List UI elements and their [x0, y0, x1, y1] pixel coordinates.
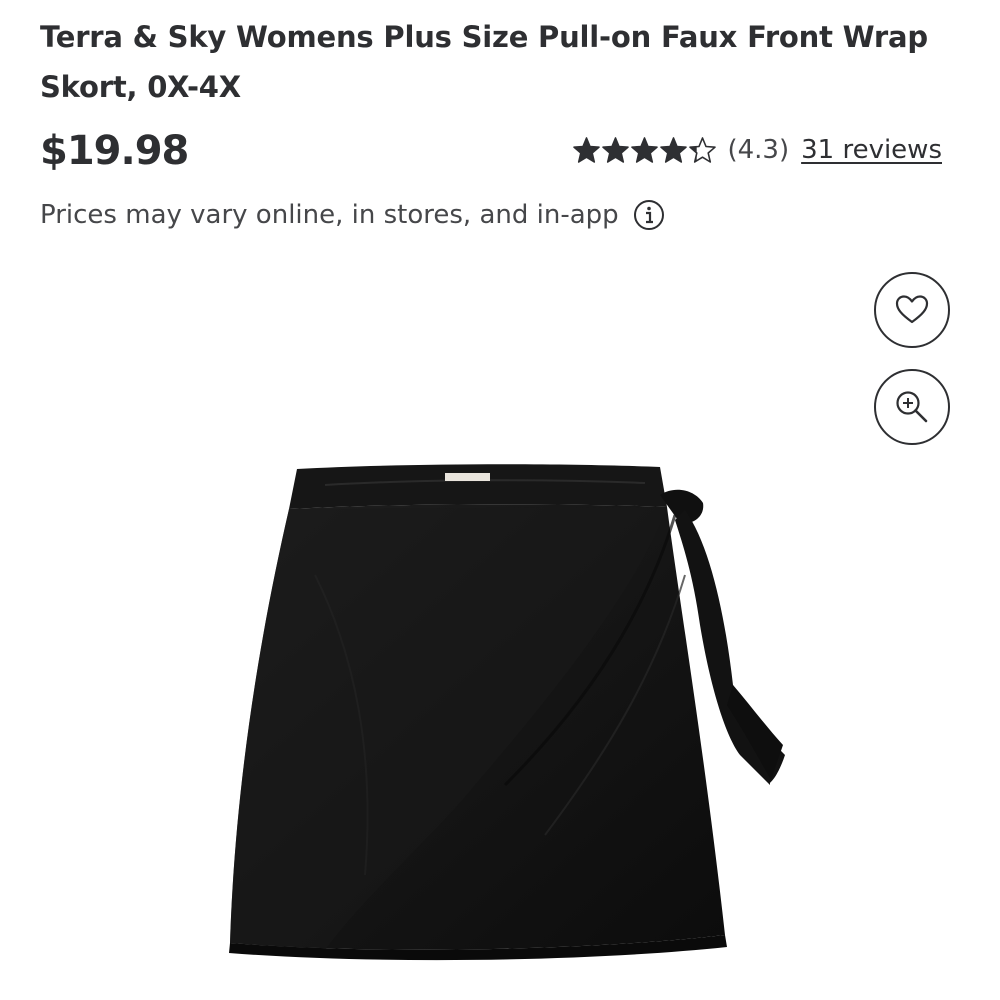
- rating-value: (4.3): [727, 135, 790, 165]
- star-full-icon: [602, 136, 630, 163]
- star-half-icon: [689, 136, 717, 163]
- star-full-icon: [660, 136, 688, 163]
- price-disclaimer-text: Prices may vary online, in stores, and i…: [40, 200, 619, 230]
- product-price: $19.98: [40, 128, 189, 174]
- zoom-in-icon: [896, 391, 928, 423]
- reviews-link[interactable]: 31 reviews: [801, 135, 942, 165]
- price-disclaimer: Prices may vary online, in stores, and i…: [40, 194, 665, 236]
- rating-summary[interactable]: (4.3) 31 reviews: [572, 130, 942, 170]
- product-image[interactable]: [205, 455, 795, 975]
- heart-icon: [895, 295, 929, 324]
- star-full-icon: [573, 136, 601, 163]
- info-icon[interactable]: [633, 199, 665, 231]
- star-rating: [572, 136, 717, 165]
- zoom-image-button[interactable]: [874, 369, 950, 445]
- add-to-favorites-button[interactable]: [874, 272, 950, 348]
- product-page: Terra & Sky Womens Plus Size Pull-on Fau…: [0, 0, 1000, 1000]
- star-full-icon: [631, 136, 659, 163]
- product-title: Terra & Sky Womens Plus Size Pull-on Fau…: [40, 20, 928, 104]
